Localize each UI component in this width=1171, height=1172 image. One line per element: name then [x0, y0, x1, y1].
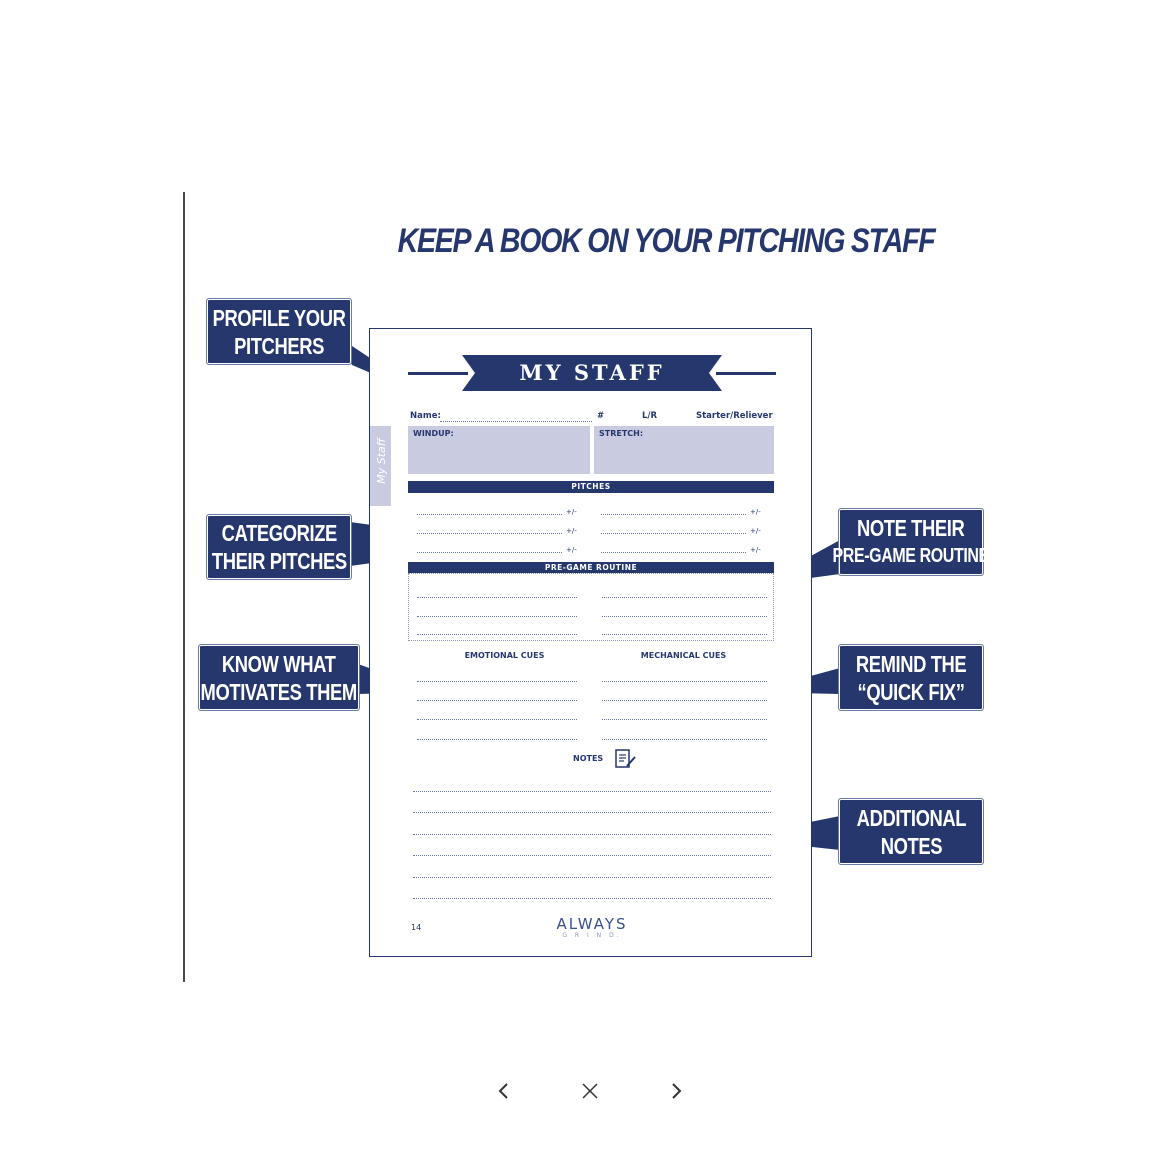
- next-button[interactable]: [661, 1076, 691, 1106]
- notes-line: [413, 791, 771, 792]
- notes-line: [413, 834, 771, 835]
- pitch-plus-minus: +/-: [566, 546, 577, 554]
- close-button[interactable]: [575, 1076, 605, 1106]
- name-label: Name:: [410, 411, 441, 421]
- callout-line: THEIR PITCHES: [211, 548, 347, 574]
- chevron-left-icon: [498, 1083, 508, 1099]
- pitch-plus-minus: +/-: [566, 508, 577, 516]
- stretch-label: STRETCH:: [599, 429, 644, 438]
- pitch-line: [417, 552, 562, 553]
- emotional-cue-line: [417, 681, 577, 682]
- worksheet-page: MY STAFF Name: # L/R Starter/Reliever My…: [369, 328, 812, 957]
- callout-line: MOTIVATES THEM: [200, 678, 358, 705]
- emotional-cues-label: EMOTIONAL CUES: [464, 651, 545, 660]
- notes-label: NOTES: [573, 754, 604, 763]
- previous-button[interactable]: [489, 1076, 519, 1106]
- callout-quick-fix: REMIND THE “QUICK FIX”: [838, 644, 984, 711]
- callout-line: ADDITIONAL: [856, 804, 966, 831]
- side-tab-label: My Staff: [375, 438, 388, 484]
- pitch-line: [417, 514, 562, 515]
- notes-line: [413, 877, 771, 878]
- notes-line: [413, 898, 771, 899]
- emotional-cue-line: [417, 739, 577, 740]
- brand-logo-top: ALWAYS: [556, 915, 628, 933]
- callout-line: PITCHERS: [234, 332, 324, 359]
- callout-profile-pitchers: PROFILE YOUR PITCHERS: [206, 298, 352, 365]
- banner-line-right: [716, 372, 776, 375]
- name-line: [440, 421, 592, 422]
- pitches-header: PITCHES: [408, 481, 774, 493]
- notes-line: [413, 812, 771, 813]
- pitch-line: [601, 533, 746, 534]
- callout-additional-notes: ADDITIONAL NOTES: [838, 798, 984, 865]
- pitch-plus-minus: +/-: [750, 527, 761, 535]
- callout-line: REMIND THE: [855, 650, 967, 677]
- pitch-plus-minus: +/-: [566, 527, 577, 535]
- mechanical-cues-label: MECHANICAL CUES: [640, 651, 727, 660]
- callout-line: KNOW WHAT: [222, 650, 336, 677]
- routine-line: [602, 616, 767, 617]
- callout-line: PRE-GAME ROUTINE: [832, 545, 990, 567]
- callout-pregame-routine: NOTE THEIR PRE-GAME ROUTINE: [833, 508, 990, 576]
- mechanical-cue-line: [602, 719, 767, 720]
- routine-line: [602, 634, 767, 635]
- notepad-icon: [615, 749, 636, 768]
- routine-line: [417, 597, 577, 598]
- callout-line: PROFILE YOUR: [212, 304, 346, 331]
- notes-line: [413, 855, 771, 856]
- windup-label: WINDUP:: [413, 429, 454, 438]
- pitch-line: [601, 514, 746, 515]
- pitch-line: [417, 533, 562, 534]
- routine-header: PRE-GAME ROUTINE: [408, 562, 774, 573]
- pitch-line: [601, 552, 746, 553]
- routine-box: [408, 573, 774, 641]
- number-label: #: [597, 411, 605, 421]
- mechanical-cue-line: [602, 681, 767, 682]
- callout-line: NOTE THEIR: [857, 515, 965, 541]
- emotional-cue-line: [417, 700, 577, 701]
- mechanical-cue-line: [602, 700, 767, 701]
- callout-line: NOTES: [880, 832, 942, 859]
- brand-logo-bottom: G R I N D.: [562, 932, 622, 939]
- role-label: Starter/Reliever: [696, 411, 773, 421]
- callout-categorize-pitches: CATEGORIZE THEIR PITCHES: [206, 514, 352, 580]
- chevron-right-icon: [672, 1083, 682, 1099]
- routine-line: [602, 597, 767, 598]
- close-icon: [582, 1083, 598, 1099]
- emotional-cue-line: [417, 719, 577, 720]
- routine-line: [417, 634, 577, 635]
- banner-line-left: [408, 372, 468, 375]
- callout-line: “QUICK FIX”: [857, 678, 965, 705]
- pitch-plus-minus: +/-: [750, 546, 761, 554]
- lr-label: L/R: [642, 411, 658, 421]
- callout-motivates: KNOW WHAT MOTIVATES THEM: [198, 644, 360, 711]
- mechanical-cue-line: [602, 739, 767, 740]
- routine-line: [417, 616, 577, 617]
- page-number: 14: [411, 923, 422, 932]
- pitch-plus-minus: +/-: [750, 508, 761, 516]
- callout-line: CATEGORIZE: [221, 520, 337, 546]
- banner-title: MY STAFF: [519, 360, 665, 385]
